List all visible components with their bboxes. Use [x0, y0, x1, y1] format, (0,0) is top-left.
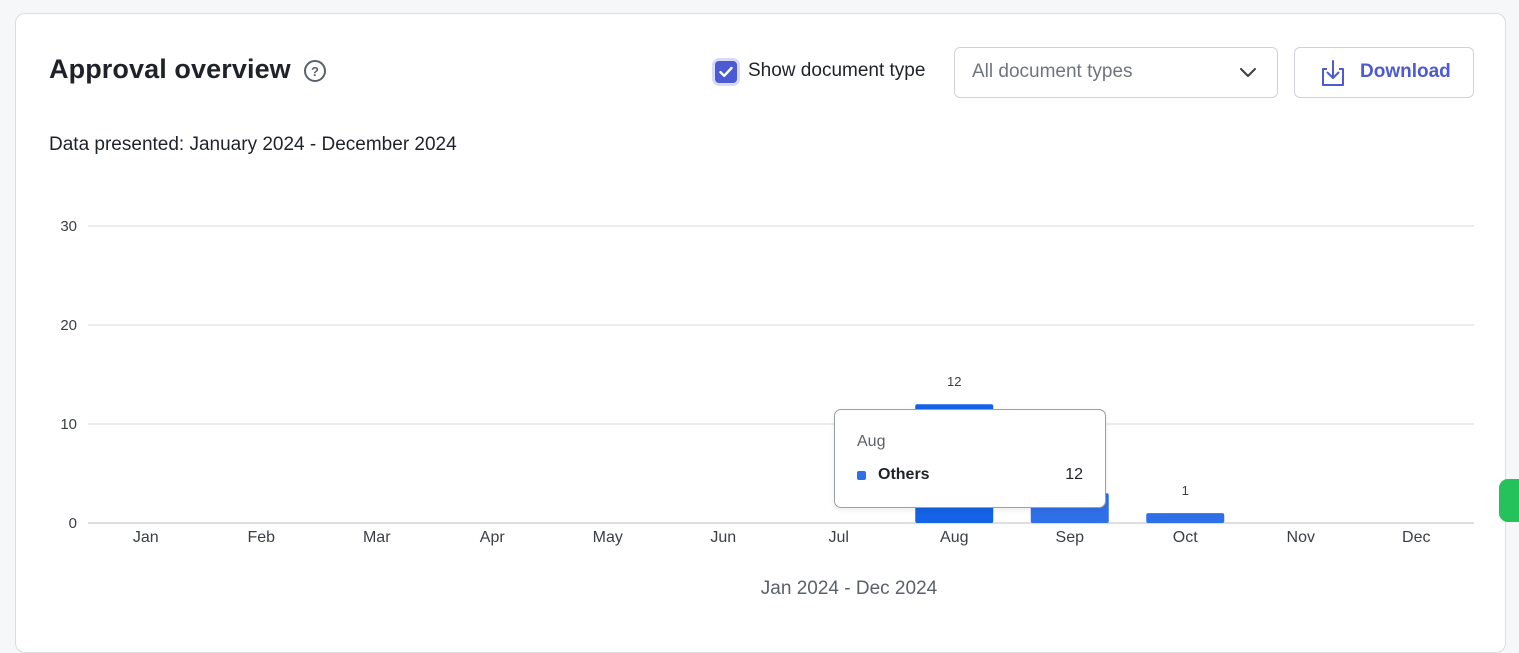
x-tick-label-jan: Jan — [133, 529, 159, 546]
x-tick-label-mar: Mar — [363, 529, 391, 546]
x-tick-label-aug: Aug — [940, 529, 968, 546]
tooltip-series-name: Others — [878, 466, 930, 483]
x-tick-label-dec: Dec — [1402, 529, 1430, 546]
tooltip-series-swatch — [857, 471, 866, 480]
x-tick-label-may: May — [593, 529, 623, 546]
data-label-oct: 1 — [1182, 483, 1189, 498]
x-tick-label-jul: Jul — [829, 529, 849, 546]
whatsapp-icon[interactable] — [1499, 479, 1519, 522]
tooltip-title: Aug — [857, 433, 886, 450]
x-tick-label-feb: Feb — [247, 529, 275, 546]
x-tick-label-apr: Apr — [480, 529, 506, 546]
approval-bar-chart: 0 10 20 30 Jan Feb Mar Apr May Jun Jul 12 Aug Sep 1 Oct… — [60, 218, 1474, 599]
x-tick-label-jun: Jun — [710, 529, 736, 546]
x-tick-label-nov: Nov — [1287, 529, 1315, 546]
x-tick-label-sep: Sep — [1056, 529, 1085, 546]
tooltip-series-value: 12 — [1065, 466, 1083, 483]
y-tick-label-30: 30 — [60, 218, 77, 235]
x-axis-label: Jan 2024 - Dec 2024 — [761, 578, 938, 599]
chart-tooltip: Aug Others 12 — [834, 409, 1106, 508]
y-tick-label-10: 10 — [60, 416, 77, 433]
x-tick-label-oct: Oct — [1173, 529, 1198, 546]
data-label-aug: 12 — [947, 374, 961, 389]
y-tick-label-0: 0 — [69, 515, 77, 532]
bar-oct — [1146, 513, 1225, 523]
y-tick-label-20: 20 — [60, 317, 77, 334]
